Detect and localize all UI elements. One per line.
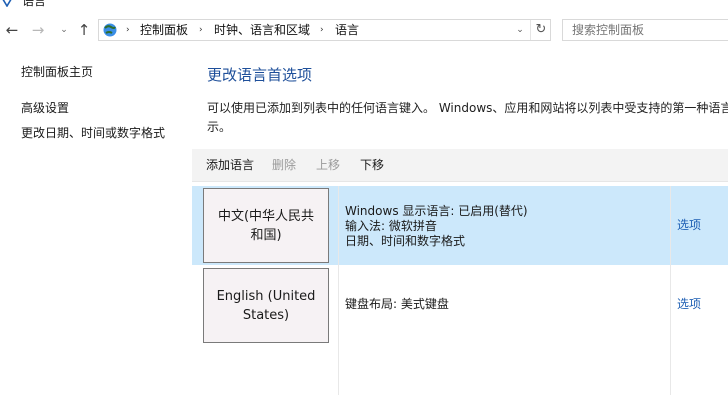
language-details: 键盘布局: 美式键盘 (345, 297, 449, 312)
column-divider (338, 186, 339, 395)
language-tile[interactable]: 中文(中华人民共和国) (203, 188, 329, 263)
up-arrow-icon[interactable]: ↑ (74, 20, 94, 40)
add-language-button[interactable]: 添加语言 (206, 157, 254, 173)
back-arrow-icon[interactable]: ← (2, 20, 22, 40)
forward-arrow-icon[interactable]: → (28, 20, 48, 40)
column-divider (670, 186, 671, 395)
language-tile[interactable]: English (United States) (203, 268, 329, 343)
breadcrumb-separator: › (199, 25, 203, 35)
options-link[interactable]: 选项 (677, 297, 701, 312)
title-bar: 语言 (0, 0, 728, 10)
language-row-english[interactable]: English (United States) 键盘布局: 美式键盘 选项 (192, 265, 728, 345)
input-method: 输入法: 微软拼音 (345, 219, 437, 233)
language-row-chinese[interactable]: 中文(中华人民共和国) Windows 显示语言: 已启用(替代) 输入法: 微… (192, 186, 728, 265)
move-up-button[interactable]: 上移 (316, 157, 340, 173)
address-bar[interactable]: › 控制面板 › 时钟、语言和区域 › 语言 ⌄ ↻ (98, 19, 551, 41)
breadcrumb-language[interactable]: 语言 (335, 21, 359, 39)
language-toolbar: 添加语言 删除 上移 下移 (192, 149, 728, 182)
window-title: 语言 (22, 0, 47, 8)
search-input[interactable] (562, 19, 728, 41)
language-details: Windows 显示语言: 已启用(替代) 输入法: 微软拼音 日期、时间和数字… (345, 204, 528, 249)
breadcrumb-control-panel[interactable]: 控制面板 (140, 21, 188, 39)
refresh-icon[interactable]: ↻ (530, 20, 551, 40)
description-text: 可以使用已添加到列表中的任何语言键入。 Windows、应用和网站将以列表中受支… (207, 101, 728, 134)
breadcrumb-separator: › (320, 25, 324, 35)
sidebar-item-advanced-settings[interactable]: 高级设置 (21, 100, 69, 116)
page-title: 更改语言首选项 (207, 66, 313, 84)
date-time-format: 日期、时间和数字格式 (345, 234, 466, 248)
move-down-button[interactable]: 下移 (360, 157, 384, 173)
breadcrumb-clock-language-region[interactable]: 时钟、语言和区域 (214, 21, 310, 39)
app-icon (0, 0, 14, 8)
sidebar-item-change-date-time-format[interactable]: 更改日期、时间或数字格式 (21, 125, 165, 141)
control-panel-icon (102, 22, 118, 38)
options-link[interactable]: 选项 (677, 218, 701, 233)
keyboard-layout: 键盘布局: 美式键盘 (345, 297, 449, 311)
sidebar-item-control-panel-home[interactable]: 控制面板主页 (21, 64, 93, 80)
breadcrumb-separator: › (126, 25, 130, 35)
dropdown-icon[interactable]: ⌄ (512, 21, 528, 39)
display-language-status: Windows 显示语言: 已启用(替代) (345, 204, 528, 218)
recent-locations-dropdown-icon[interactable]: ⌄ (57, 20, 71, 40)
remove-button[interactable]: 删除 (272, 157, 296, 173)
